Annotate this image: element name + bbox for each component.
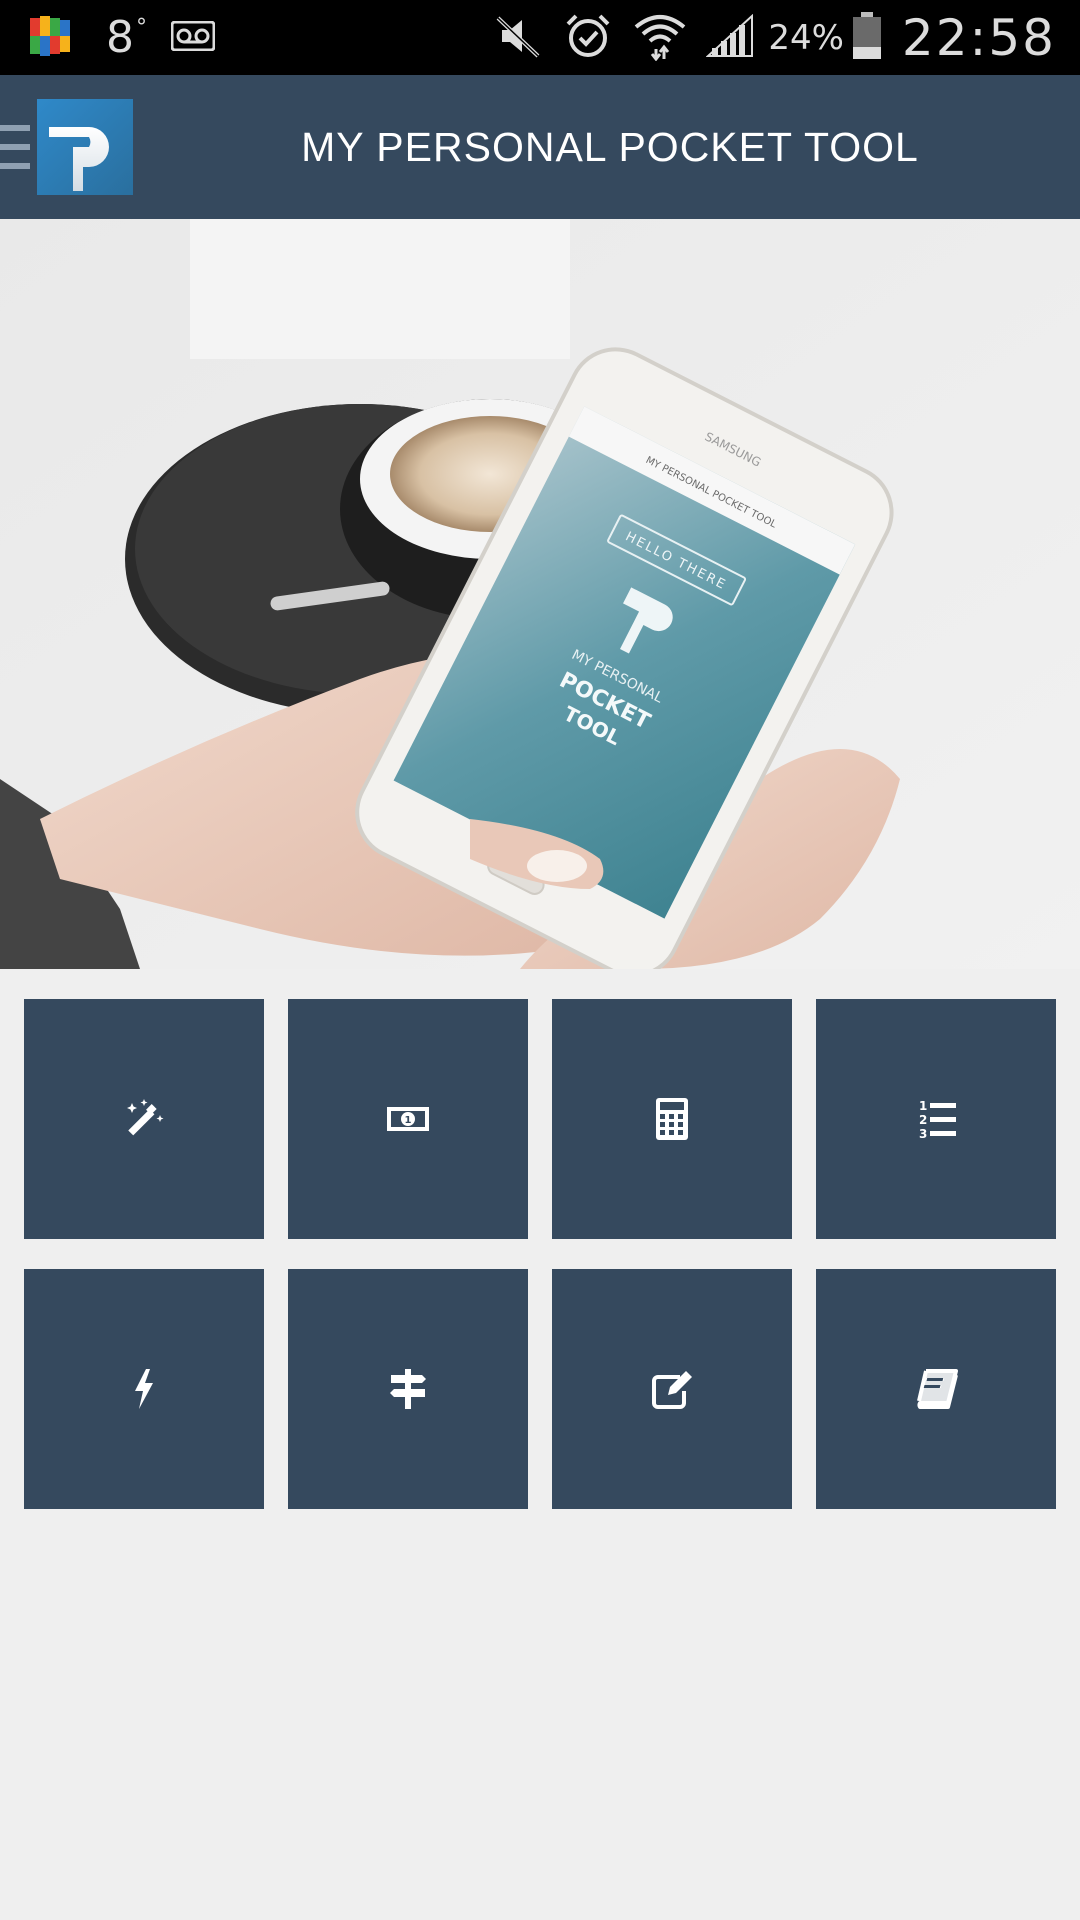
signal-icon bbox=[705, 13, 754, 62]
hamburger-menu-icon[interactable] bbox=[0, 125, 30, 169]
svg-text:3: 3 bbox=[919, 1127, 927, 1141]
tile-money[interactable]: 1 bbox=[288, 999, 528, 1239]
hero-image: MY PERSONAL POCKET TOOL SAMSUNG HELLO TH… bbox=[0, 219, 1080, 969]
lightning-bolt-icon bbox=[135, 1369, 153, 1409]
tool-tile-grid: 1 1 2 3 bbox=[24, 999, 1056, 1509]
temperature-readout: 8° bbox=[106, 0, 147, 75]
mute-icon bbox=[494, 12, 542, 64]
calculator-icon bbox=[656, 1098, 688, 1140]
status-bar: 8° 24% 22:58 bbox=[0, 0, 1080, 75]
tile-list[interactable]: 1 2 3 bbox=[816, 999, 1056, 1239]
tile-calculator[interactable] bbox=[552, 999, 792, 1239]
alarm-icon bbox=[564, 12, 612, 64]
battery-percent: 24% bbox=[768, 17, 844, 58]
tile-magic-wand[interactable] bbox=[24, 999, 264, 1239]
temperature-unit: ° bbox=[136, 15, 147, 40]
tile-lightning[interactable] bbox=[24, 1269, 264, 1509]
status-bar-right: 24% 22:58 bbox=[494, 0, 1056, 75]
tile-signpost[interactable] bbox=[288, 1269, 528, 1509]
svg-text:1: 1 bbox=[405, 1115, 412, 1126]
numbered-list-icon: 1 2 3 bbox=[919, 1099, 956, 1141]
svg-text:2: 2 bbox=[919, 1113, 927, 1127]
voicemail-icon bbox=[170, 20, 216, 55]
clock: 22:58 bbox=[901, 8, 1056, 67]
app-bar: MY PERSONAL POCKET TOOL bbox=[0, 75, 1080, 219]
status-bar-left: 8° bbox=[28, 0, 216, 75]
app-logo-icon[interactable] bbox=[37, 99, 133, 195]
wifi-icon bbox=[634, 11, 686, 65]
edit-note-icon bbox=[652, 1371, 692, 1409]
banknote-icon: 1 bbox=[387, 1107, 429, 1131]
magic-wand-icon bbox=[127, 1099, 164, 1136]
tile-edit[interactable] bbox=[552, 1269, 792, 1509]
battery-icon bbox=[852, 11, 882, 64]
svg-text:1: 1 bbox=[919, 1099, 927, 1113]
app-title: MY PERSONAL POCKET TOOL bbox=[301, 124, 919, 170]
signpost-icon bbox=[390, 1369, 426, 1409]
temperature-value: 8 bbox=[106, 12, 134, 63]
tile-book[interactable] bbox=[816, 1269, 1056, 1509]
book-icon bbox=[917, 1369, 958, 1409]
avg-antivirus-icon bbox=[28, 14, 72, 62]
